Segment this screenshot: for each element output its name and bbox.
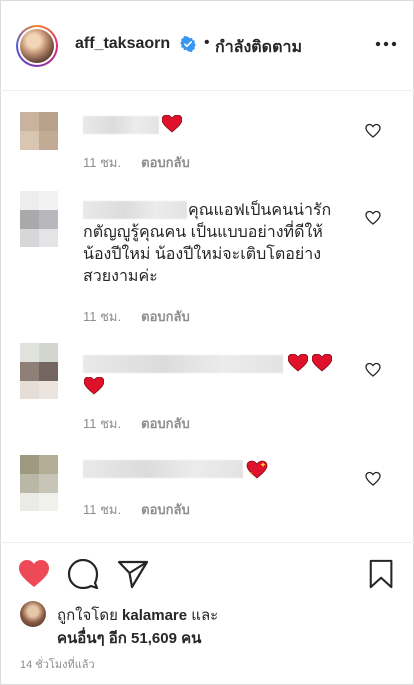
comment-text: กตัญญูรู้คุณคน เป็นแบบอย่างที่ดีให้ <box>83 224 323 241</box>
comment-meta: 11 ชม. ตอบกลับ <box>83 152 210 173</box>
verified-badge-icon <box>180 36 196 52</box>
comment-text: คุณแอฟเป็นคนน่ารัก <box>188 202 332 219</box>
comment-time: 11 ชม. <box>83 502 122 517</box>
bookmark-icon[interactable] <box>367 559 397 589</box>
post-time-ago[interactable]: 14 ชั่วโมงที่แล้ว <box>20 655 95 673</box>
sparkling-heart-emoji-icon <box>246 460 268 479</box>
liked-by-prefix: ถูกใจโดย <box>57 607 123 624</box>
profile-avatar[interactable] <box>16 25 58 67</box>
heart-emoji-icon <box>84 377 104 395</box>
heart-emoji-icon <box>288 354 308 372</box>
comment-meta: 11 ชม. ตอบกลับ <box>83 499 210 520</box>
heart-filled-icon[interactable] <box>18 559 50 589</box>
comment-item: 11 ชม. ตอบกลับ <box>0 455 414 525</box>
post-header: aff_taksaorn • กำลังติดตาม <box>0 0 414 91</box>
comment-item: 11 ชม. ตอบกลับ <box>0 112 414 172</box>
comment-item: คุณแอฟเป็นคนน่ารัก กตัญญูรู้คุณคน เป็นแบ… <box>0 191 414 331</box>
comment-item: 11 ชม. ตอบกลับ <box>0 343 414 433</box>
separator-dot: • <box>204 34 210 51</box>
like-comment-icon[interactable] <box>365 210 381 226</box>
comment-time: 11 ชม. <box>83 416 122 431</box>
commenter-avatar-blurred[interactable] <box>20 191 58 247</box>
more-horizontal-icon[interactable] <box>375 34 397 54</box>
liker-avatar[interactable] <box>20 601 46 627</box>
liker-username[interactable]: kalamare <box>122 607 187 624</box>
liked-by-suffix: และ <box>187 607 219 624</box>
like-comment-icon[interactable] <box>365 123 381 139</box>
avatar-image <box>20 29 54 63</box>
comment-time: 11 ชม. <box>83 309 122 324</box>
reply-button[interactable]: ตอบกลับ <box>141 309 190 324</box>
share-icon[interactable] <box>117 559 149 589</box>
comment-text: น้องปีใหม่ น้องปีใหม่จะเติบโตอย่าง <box>83 246 322 263</box>
commenter-avatar-blurred[interactable] <box>20 343 58 399</box>
blurred-username <box>83 355 283 373</box>
reply-button[interactable]: ตอบกลับ <box>141 155 190 170</box>
like-comment-icon[interactable] <box>365 362 381 378</box>
blurred-username <box>83 116 159 134</box>
commenter-avatar-blurred[interactable] <box>20 112 58 150</box>
blurred-username <box>83 201 187 219</box>
commenter-avatar-blurred[interactable] <box>20 455 58 511</box>
likes-count[interactable]: คนอื่นๆ อีก 51,609 คน <box>57 626 201 650</box>
comment-meta: 11 ชม. ตอบกลับ <box>83 306 210 327</box>
comment-icon[interactable] <box>67 559 99 589</box>
following-button[interactable]: กำลังติดตาม <box>215 35 302 60</box>
liked-by-text: ถูกใจโดย kalamare และ <box>57 603 218 627</box>
heart-emoji-icon <box>162 115 182 133</box>
actions-divider <box>0 542 414 543</box>
username-link[interactable]: aff_taksaorn <box>75 35 170 53</box>
comment-time: 11 ชม. <box>83 155 122 170</box>
like-comment-icon[interactable] <box>365 471 381 487</box>
heart-emoji-icon <box>312 354 332 372</box>
comment-meta: 11 ชม. ตอบกลับ <box>83 413 210 434</box>
reply-button[interactable]: ตอบกลับ <box>141 416 190 431</box>
reply-button[interactable]: ตอบกลับ <box>141 502 190 517</box>
blurred-username <box>83 460 243 478</box>
comment-text: สวยงามค่ะ <box>83 268 158 285</box>
